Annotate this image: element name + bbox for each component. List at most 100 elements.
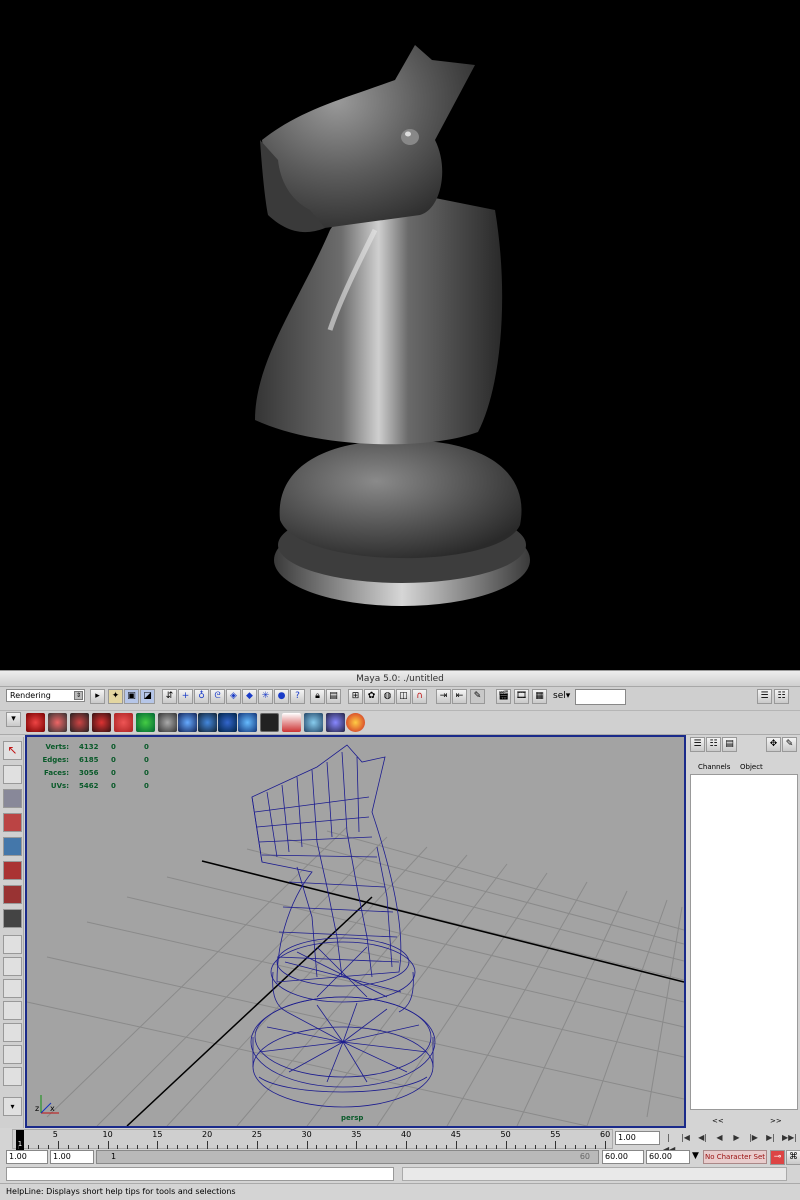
output-ops-icon[interactable]: ⇤ xyxy=(452,689,467,704)
shelf-directional-light-icon[interactable] xyxy=(48,713,67,732)
animation-prefs-icon[interactable]: ⌘ xyxy=(786,1150,800,1165)
layout-persp-outliner-icon[interactable] xyxy=(3,1001,22,1020)
shelf-lambert-icon[interactable] xyxy=(238,713,257,732)
range-bar[interactable]: 1 60 xyxy=(96,1150,599,1164)
edit-icon[interactable]: ✎ xyxy=(782,737,797,752)
snap-curve-icon[interactable]: ✿ xyxy=(364,689,379,704)
shelf-camera-icon[interactable] xyxy=(136,713,155,732)
shelf-ipr-icon[interactable] xyxy=(346,713,365,732)
prev-button[interactable]: << xyxy=(712,1117,724,1125)
select-component-icon[interactable]: ◪ xyxy=(140,689,155,704)
layer-editor-icon[interactable]: ▤ xyxy=(722,737,737,752)
playback-end-field[interactable]: 60.00 xyxy=(602,1150,644,1164)
select-surface-icon[interactable]: ◈ xyxy=(226,689,241,704)
last-tool-icon[interactable] xyxy=(3,909,22,928)
playback-button-1[interactable]: |◀ xyxy=(680,1132,691,1144)
shelf-render-view-icon[interactable] xyxy=(260,713,279,732)
command-input[interactable] xyxy=(6,1167,394,1181)
time-tick xyxy=(505,1141,507,1149)
make-live-icon[interactable]: ∩ xyxy=(412,689,427,704)
rotate-tool-icon[interactable] xyxy=(3,837,22,856)
render-globals-icon[interactable]: ▦ xyxy=(532,689,547,704)
layout-two-icon[interactable] xyxy=(3,979,22,998)
input-ops-icon[interactable]: ⇥ xyxy=(436,689,451,704)
shelf-spot-light-icon[interactable] xyxy=(26,713,45,732)
shelf-point-light-icon[interactable] xyxy=(70,713,89,732)
playback-button-5[interactable]: |▶ xyxy=(748,1132,759,1144)
selection-input[interactable] xyxy=(575,689,626,705)
select-object-icon[interactable]: ▣ xyxy=(124,689,139,704)
select-joint-icon[interactable]: ♁ xyxy=(194,689,209,704)
playback-start-field[interactable]: 1.00 xyxy=(50,1150,94,1164)
shelf-ambient-light-icon[interactable] xyxy=(114,713,133,732)
toggle-arrow-icon[interactable]: ▸ xyxy=(90,689,105,704)
select-hierarchy-icon[interactable]: ✦ xyxy=(108,689,123,704)
viewport-scene xyxy=(27,744,684,1126)
chevron-down-icon[interactable]: ▾ xyxy=(3,1097,22,1116)
character-set-button[interactable]: No Character Set xyxy=(703,1150,767,1164)
attribute-editor-icon[interactable]: ☰ xyxy=(757,689,772,704)
manipulator-tool-icon[interactable] xyxy=(3,885,22,904)
tab-object[interactable]: Object xyxy=(740,763,763,771)
select-misc-icon[interactable]: ? xyxy=(290,689,305,704)
playback-button-3[interactable]: ◀ xyxy=(714,1132,725,1144)
ipr-render-icon[interactable]: 🎞︎ xyxy=(514,689,529,704)
select-deformer-icon[interactable]: ◆ xyxy=(242,689,257,704)
playback-button-4[interactable]: ▶ xyxy=(731,1132,742,1144)
perspective-viewport[interactable]: Verts: 4132 0 0 Edges: 6185 0 0 Faces: 3… xyxy=(25,735,686,1128)
channel-box-only-icon[interactable]: ☷ xyxy=(706,737,721,752)
shelf-batch-render-icon[interactable] xyxy=(326,713,345,732)
shelf-blinn-icon[interactable] xyxy=(198,713,217,732)
selection-mode-label[interactable]: sel▾ xyxy=(553,691,570,701)
move-tool-icon[interactable] xyxy=(3,813,22,832)
select-tool-icon[interactable]: ↖ xyxy=(3,741,22,760)
highlight-selection-icon[interactable]: ▤ xyxy=(326,689,341,704)
end-time-field[interactable]: 60.00 xyxy=(646,1150,690,1164)
channel-list[interactable] xyxy=(690,774,798,1110)
scale-tool-icon[interactable] xyxy=(3,861,22,880)
time-tick-label: 5 xyxy=(52,1130,58,1139)
playback-button-6[interactable]: ▶| xyxy=(765,1132,776,1144)
render-view xyxy=(0,0,800,670)
auto-key-icon[interactable]: ⊸ xyxy=(770,1150,785,1165)
select-dynamic-icon[interactable]: ✳ xyxy=(258,689,273,704)
shelf-texture-icon[interactable] xyxy=(282,713,301,732)
snap-view-plane-icon[interactable]: ◫ xyxy=(396,689,411,704)
shelf-hypershade-icon[interactable] xyxy=(304,713,323,732)
snap-grid-icon[interactable]: ⊞ xyxy=(348,689,363,704)
shelf-shader-icon[interactable] xyxy=(178,713,197,732)
mask-toggle-icon[interactable]: ⇵ xyxy=(162,689,177,704)
construction-history-icon[interactable]: ✎ xyxy=(470,689,485,704)
playback-button-0[interactable]: |◀◀ xyxy=(663,1132,675,1154)
next-button[interactable]: >> xyxy=(770,1117,782,1125)
channel-box-layout-icon[interactable]: ☰ xyxy=(690,737,705,752)
render-frame-icon[interactable]: 🎬︎ xyxy=(496,689,511,704)
shelf-render-icon[interactable] xyxy=(158,713,177,732)
current-time-field[interactable]: 1.00 xyxy=(615,1131,660,1145)
layout-hypershade-icon[interactable] xyxy=(3,1045,22,1064)
shelf-area-light-icon[interactable] xyxy=(92,713,111,732)
tool-settings-icon[interactable]: ☷ xyxy=(774,689,789,704)
start-time-field[interactable]: 1.00 xyxy=(6,1150,48,1164)
manipulator-icon[interactable]: ✥ xyxy=(766,737,781,752)
tab-channels[interactable]: Channels xyxy=(698,763,730,771)
layout-graph-icon[interactable] xyxy=(3,1023,22,1042)
snap-point-icon[interactable]: ◍ xyxy=(380,689,395,704)
playback-button-7[interactable]: ▶▶| xyxy=(782,1132,797,1144)
layout-custom-icon[interactable] xyxy=(3,1067,22,1086)
select-handle-icon[interactable]: + xyxy=(178,689,193,704)
time-tick-label: 55 xyxy=(550,1130,561,1139)
shelf-phong-icon[interactable] xyxy=(218,713,237,732)
character-menu-icon[interactable]: ▼ xyxy=(692,1151,699,1161)
menu-set-select[interactable]: Rendering ⇕ xyxy=(6,689,85,702)
select-rendering-icon[interactable]: ● xyxy=(274,689,289,704)
select-curve-icon[interactable]: ᘓ xyxy=(210,689,225,704)
shelf-tab-icon[interactable]: ▾ xyxy=(6,712,21,727)
time-slider-track[interactable]: 1 5 10 15 20 25 30 35 40 45 50 55 60 xyxy=(12,1129,613,1150)
paint-select-tool-icon[interactable] xyxy=(3,789,22,808)
lock-selection-icon[interactable]: 🔒︎ xyxy=(310,689,325,704)
layout-single-icon[interactable] xyxy=(3,935,22,954)
playback-button-2[interactable]: ◀| xyxy=(697,1132,708,1144)
lasso-tool-icon[interactable] xyxy=(3,765,22,784)
layout-four-icon[interactable] xyxy=(3,957,22,976)
